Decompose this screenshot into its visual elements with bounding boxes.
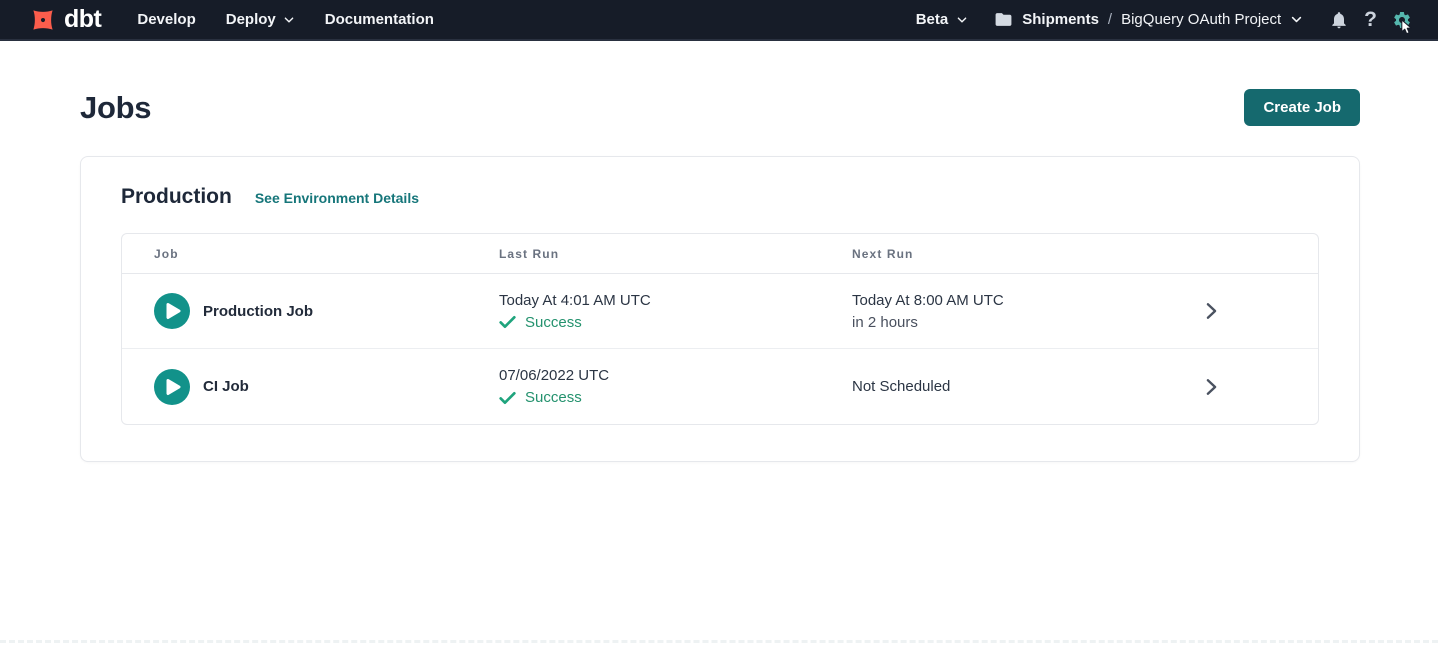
beta-dropdown[interactable]: Beta [916,11,969,28]
job-name[interactable]: CI Job [203,378,249,395]
chevron-down-icon [283,14,295,26]
notifications-bell-icon[interactable] [1329,10,1349,30]
folder-icon [994,10,1013,29]
dbt-logo-text: dbt [64,7,101,32]
nav-item-develop[interactable]: Develop [137,11,195,28]
run-play-button[interactable] [154,369,190,405]
breadcrumb-account[interactable]: Shipments [1022,11,1099,28]
create-job-button[interactable]: Create Job [1244,89,1360,126]
next-run-time: Today At 8:00 AM UTC [852,292,1198,309]
settings-gear-icon[interactable] [1392,10,1412,30]
nav-item-deploy[interactable]: Deploy [226,11,295,28]
next-run-time: Not Scheduled [852,378,1198,395]
chevron-down-icon[interactable] [1290,13,1303,26]
breadcrumb-separator: / [1108,11,1112,28]
page-title: Jobs [80,90,151,126]
column-header-last-run: Last Run [499,247,852,261]
mouse-cursor-icon [1399,19,1414,41]
see-environment-details-link[interactable]: See Environment Details [255,190,419,206]
chevron-right-icon[interactable] [1204,378,1219,396]
last-run-time: Today At 4:01 AM UTC [499,292,852,309]
nav-item-documentation[interactable]: Documentation [325,11,434,28]
table-row-production-job[interactable]: Production Job Today At 4:01 AM UTC Succ… [122,274,1318,349]
help-icon[interactable]: ? [1364,9,1377,30]
chevron-down-icon [956,14,968,26]
environment-card: Production See Environment Details Job L… [80,156,1360,462]
breadcrumb: Shipments / BigQuery OAuth Project [994,10,1303,29]
dbt-logo-icon [28,5,58,35]
last-run-time: 07/06/2022 UTC [499,367,852,384]
jobs-table: Job Last Run Next Run Productio [121,233,1319,425]
check-icon [499,391,516,405]
last-run-status: Success [499,314,852,331]
dbt-logo[interactable]: dbt [28,5,101,35]
column-header-next-run: Next Run [852,247,1198,261]
main-content: Jobs Create Job Production See Environme… [0,41,1438,462]
chevron-right-icon[interactable] [1204,302,1219,320]
environment-name: Production [121,185,232,209]
page-bottom-divider [0,640,1438,643]
check-icon [499,315,516,329]
run-play-button[interactable] [154,293,190,329]
table-row-ci-job[interactable]: CI Job 07/06/2022 UTC Success [122,349,1318,424]
top-navbar: dbt Develop Deploy Documentation Beta [0,0,1438,41]
job-name[interactable]: Production Job [203,303,313,320]
next-run-note: in 2 hours [852,314,1198,331]
breadcrumb-project[interactable]: BigQuery OAuth Project [1121,11,1281,28]
last-run-status: Success [499,389,852,406]
column-header-job: Job [122,247,499,261]
jobs-table-header: Job Last Run Next Run [122,234,1318,274]
